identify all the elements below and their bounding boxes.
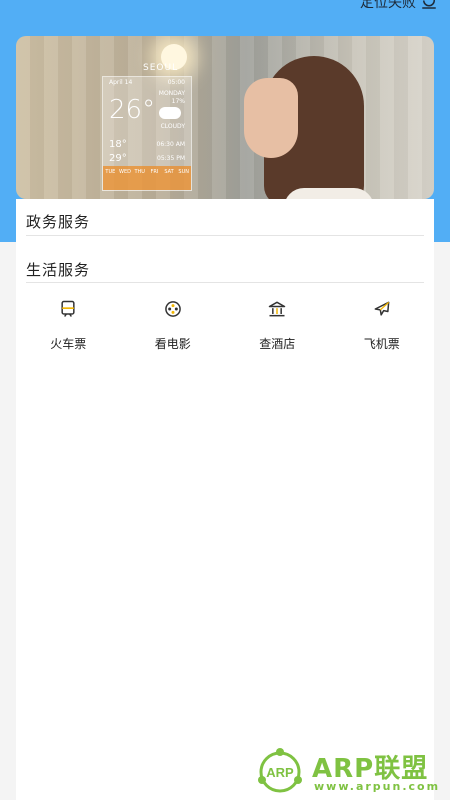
service-train-tickets[interactable]: 火车票	[16, 299, 121, 352]
banner-person	[244, 56, 374, 199]
weather-high: 29°	[109, 153, 127, 164]
film-reel-icon	[164, 301, 181, 317]
forecast-day: WED	[119, 169, 131, 175]
forecast-day: TUE	[105, 169, 116, 175]
weather-day: MONDAY	[158, 90, 185, 97]
weather-widget-graphic: SEOUL April 14 05:00 26° MONDAY 17% CLOU…	[102, 63, 192, 191]
service-movies[interactable]: 看电影	[121, 299, 226, 352]
service-label: 看电影	[154, 337, 191, 351]
weather-time: 05:00	[167, 79, 185, 86]
weather-sunset: 05:35 PM	[157, 155, 185, 162]
government-services-title: 政务服务	[26, 213, 91, 231]
life-services-grid: 火车票 看电影 查酒店 飞机票	[16, 299, 434, 352]
arp-logo-text: ARP	[266, 765, 294, 780]
service-flights[interactable]: 飞机票	[330, 299, 435, 352]
divider	[26, 235, 424, 236]
airplane-icon	[374, 301, 390, 316]
weather-condition: CLOUDY	[160, 123, 185, 130]
forecast-day: SAT	[164, 169, 174, 175]
watermark: ARP ARP联盟 www.arpun.com	[256, 746, 446, 800]
weather-forecast: TUE WED THU FRI SAT SUN	[103, 166, 191, 190]
arp-logo-icon: ARP	[258, 748, 302, 793]
forecast-day: FRI	[150, 169, 159, 175]
banner-image[interactable]: SEOUL April 14 05:00 26° MONDAY 17% CLOU…	[16, 36, 434, 199]
services-card: 政务服务 生活服务 火车票 看电影 查酒店 飞机票	[16, 199, 434, 800]
weather-city: SEOUL	[143, 63, 179, 73]
cloud-icon	[159, 107, 181, 119]
service-label: 查酒店	[259, 337, 296, 351]
weather-date: April 14	[109, 79, 133, 86]
service-label: 火车票	[50, 337, 87, 351]
service-label: 飞机票	[363, 337, 400, 351]
service-hotels[interactable]: 查酒店	[225, 299, 330, 352]
watermark-url: www.arpun.com	[314, 780, 441, 793]
train-icon	[61, 300, 75, 317]
weather-low: 18°	[109, 139, 127, 150]
forecast-day: THU	[134, 169, 145, 175]
banner-background	[16, 36, 434, 199]
weather-sunrise: 06:30 AM	[156, 141, 185, 148]
location-status-text: 定位失败	[360, 0, 416, 11]
weather-temperature: 26°	[109, 95, 156, 125]
life-services-title: 生活服务	[26, 261, 91, 279]
weather-day-detail: 17%	[171, 98, 185, 105]
forecast-day: SUN	[178, 169, 189, 175]
location-status[interactable]: 定位失败	[360, 0, 438, 12]
divider	[26, 282, 424, 283]
location-refresh-icon	[422, 0, 436, 9]
hotel-icon	[269, 301, 286, 317]
